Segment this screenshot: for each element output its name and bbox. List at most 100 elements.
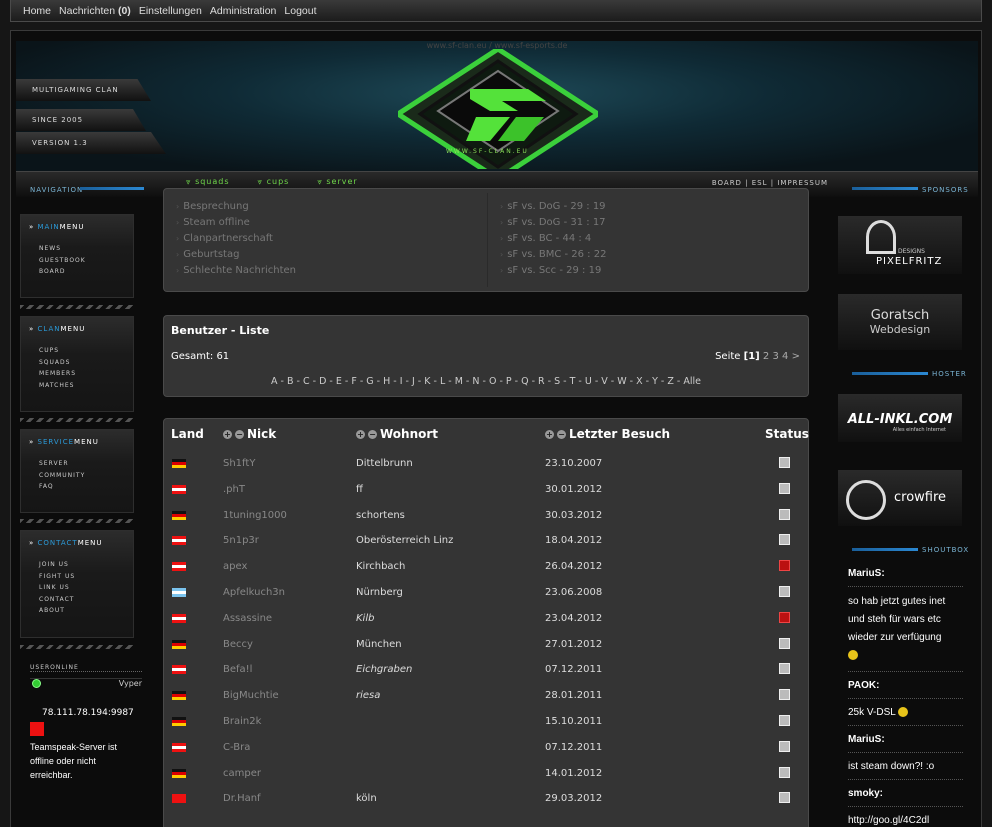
status-icon <box>779 508 790 520</box>
user-nick-link[interactable]: 1tuning1000 <box>223 510 287 521</box>
service-menu: » SERVICEMENU SERVER COMMUNITY FAQ <box>20 429 134 513</box>
smiley-icon <box>898 707 909 718</box>
nav-logout-link[interactable]: Logout <box>284 5 316 17</box>
table-row: Befa!l Eichgraben 07.12.2011 <box>164 659 810 684</box>
status-icon <box>779 482 790 494</box>
match-item[interactable]: › sF vs. Scc - 29 : 19 <box>500 263 606 279</box>
main-menu: » MAINMENU NEWS GUESTBOOK BOARD <box>20 214 134 298</box>
pagination: Seite [1] 2 3 4 > <box>715 351 800 362</box>
nav-messages-link[interactable]: Nachrichten (0) <box>59 5 131 17</box>
menu-item-fight-us[interactable]: FIGHT US <box>39 571 133 583</box>
col-nick-header[interactable]: + − Nick <box>223 427 276 441</box>
news-item[interactable]: › Steam offline <box>176 215 296 231</box>
col-besuch-header[interactable]: + − Letzter Besuch <box>545 427 670 441</box>
menu-item-contact[interactable]: CONTACT <box>39 594 133 606</box>
nav-messages-label: Nachrichten <box>59 4 116 17</box>
user-nick-link[interactable]: 5n1p3r <box>223 535 259 546</box>
nav-admin-link[interactable]: Administration <box>210 5 277 17</box>
main-menu-title: » MAINMENU <box>29 223 85 231</box>
user-last-visit: 28.01.2011 <box>545 690 603 702</box>
status-icon <box>779 766 790 778</box>
news-item[interactable]: › Geburtstag <box>176 247 296 263</box>
sponsor-crowfire[interactable]: crowfire <box>838 470 962 526</box>
online-icon <box>32 679 41 688</box>
flag-icon <box>172 639 186 649</box>
user-nick-link[interactable]: Dr.Hanf <box>223 793 261 804</box>
table-row: BigMuchtie riesa 28.01.2011 <box>164 685 810 710</box>
nav-right-links[interactable]: BOARD | ESL | IMPRESSUM <box>712 179 828 187</box>
next-page-link[interactable]: > <box>792 351 800 362</box>
nav-server-link[interactable]: ⩔ server <box>317 177 357 187</box>
shout-user[interactable]: MariuS: <box>848 566 963 582</box>
page-link[interactable]: 3 <box>772 351 778 362</box>
nav-squads-link[interactable]: ⩔ squads <box>186 177 230 187</box>
user-wohnort: München <box>356 638 402 650</box>
user-last-visit: 18.04.2012 <box>545 535 603 547</box>
menu-item-cups[interactable]: CUPS <box>39 345 133 357</box>
shout-user[interactable]: PAOK: <box>848 678 963 694</box>
shoutbox: MariuS: so hab jetzt gutes inet und steh… <box>848 566 963 827</box>
menu-item-squads[interactable]: SQUADS <box>39 357 133 369</box>
menu-item-faq[interactable]: FAQ <box>39 481 133 493</box>
match-item[interactable]: › sF vs. DoG - 29 : 19 <box>500 199 606 215</box>
user-nick-link[interactable]: Befa!l <box>223 664 252 675</box>
user-nick-link[interactable]: Assassine <box>223 613 272 624</box>
news-divider <box>487 193 488 287</box>
menu-item-join-us[interactable]: JOIN US <box>39 559 133 571</box>
user-nick-link[interactable]: Brain2k <box>223 716 261 727</box>
menu-item-link-us[interactable]: LINK US <box>39 582 133 594</box>
sponsor-allinkl[interactable]: ALL-INKL.COM Alles einfach Internet <box>838 394 962 442</box>
news-item[interactable]: › Besprechung <box>176 199 296 215</box>
sort-desc-icon: − <box>368 429 377 439</box>
menu-item-news[interactable]: NEWS <box>39 243 133 255</box>
user-nick-link[interactable]: apex <box>223 561 247 572</box>
match-item[interactable]: › sF vs. BC - 44 : 4 <box>500 231 606 247</box>
news-item[interactable]: › Schlechte Nachrichten <box>176 263 296 279</box>
shout-user[interactable]: MariuS: <box>848 732 963 748</box>
menu-item-guestbook[interactable]: GUESTBOOK <box>39 255 133 267</box>
alphabet-filter[interactable]: A - B - C - D - E - F - G - H - I - J - … <box>164 376 808 387</box>
shout-link[interactable]: http://goo.gl/4C2dl <box>848 813 963 827</box>
user-nick-link[interactable]: .phT <box>223 484 245 495</box>
divider <box>848 586 963 587</box>
clan-menu: » CLANMENU CUPS SQUADS MEMBERS MATCHES <box>20 316 134 412</box>
shout-user[interactable]: smoky: <box>848 786 963 802</box>
user-nick-link[interactable]: Sh1ftY <box>223 458 255 469</box>
sponsor-goratsch[interactable]: Goratsch Webdesign <box>838 294 962 350</box>
col-wohnort-header[interactable]: + − Wohnort <box>356 427 438 441</box>
menu-item-board[interactable]: BOARD <box>39 266 133 278</box>
user-nick-link[interactable]: BigMuchtie <box>223 690 279 701</box>
nav-home-link[interactable]: Home <box>23 5 51 17</box>
col-land-header[interactable]: Land <box>171 427 204 441</box>
news-item[interactable]: › Clanpartnerschaft <box>176 231 296 247</box>
user-nick-link[interactable]: Beccy <box>223 639 253 650</box>
page-link[interactable]: 4 <box>782 351 788 362</box>
user-nick-link[interactable]: C-Bra <box>223 742 250 753</box>
user-nick-link[interactable]: camper <box>223 768 261 779</box>
menu-item-members[interactable]: MEMBERS <box>39 368 133 380</box>
nav-settings-link[interactable]: Einstellungen <box>139 5 202 17</box>
nav-cups-link[interactable]: ⩔ cups <box>258 177 290 187</box>
user-wohnort: Kilb <box>356 612 375 624</box>
menu-item-server[interactable]: SERVER <box>39 458 133 470</box>
user-wohnort: ff <box>356 483 363 495</box>
userlist-title: Benutzer - Liste <box>171 324 270 337</box>
menu-item-community[interactable]: COMMUNITY <box>39 470 133 482</box>
page-link[interactable]: 2 <box>763 351 769 362</box>
flag-icon <box>172 536 186 546</box>
flag-icon <box>172 717 186 726</box>
header-tag-multigaming: MULTIGAMING CLAN <box>16 79 151 101</box>
sponsor-pixelfritz[interactable]: DESIGNS PIXELFRITZ <box>838 216 962 274</box>
teamspeak-ip[interactable]: 78.111.78.194:9987 <box>42 708 134 718</box>
flag-icon <box>172 613 186 623</box>
status-icon <box>779 534 790 546</box>
match-item[interactable]: › sF vs. BMC - 26 : 22 <box>500 247 606 263</box>
flag-icon <box>172 562 186 572</box>
user-wohnort: köln <box>356 793 377 805</box>
online-user[interactable]: Vyper <box>119 679 142 688</box>
menu-item-about[interactable]: ABOUT <box>39 605 133 617</box>
status-icon <box>779 663 790 675</box>
user-nick-link[interactable]: Apfelkuch3n <box>223 587 285 598</box>
menu-item-matches[interactable]: MATCHES <box>39 380 133 392</box>
match-item[interactable]: › sF vs. DoG - 31 : 17 <box>500 215 606 231</box>
